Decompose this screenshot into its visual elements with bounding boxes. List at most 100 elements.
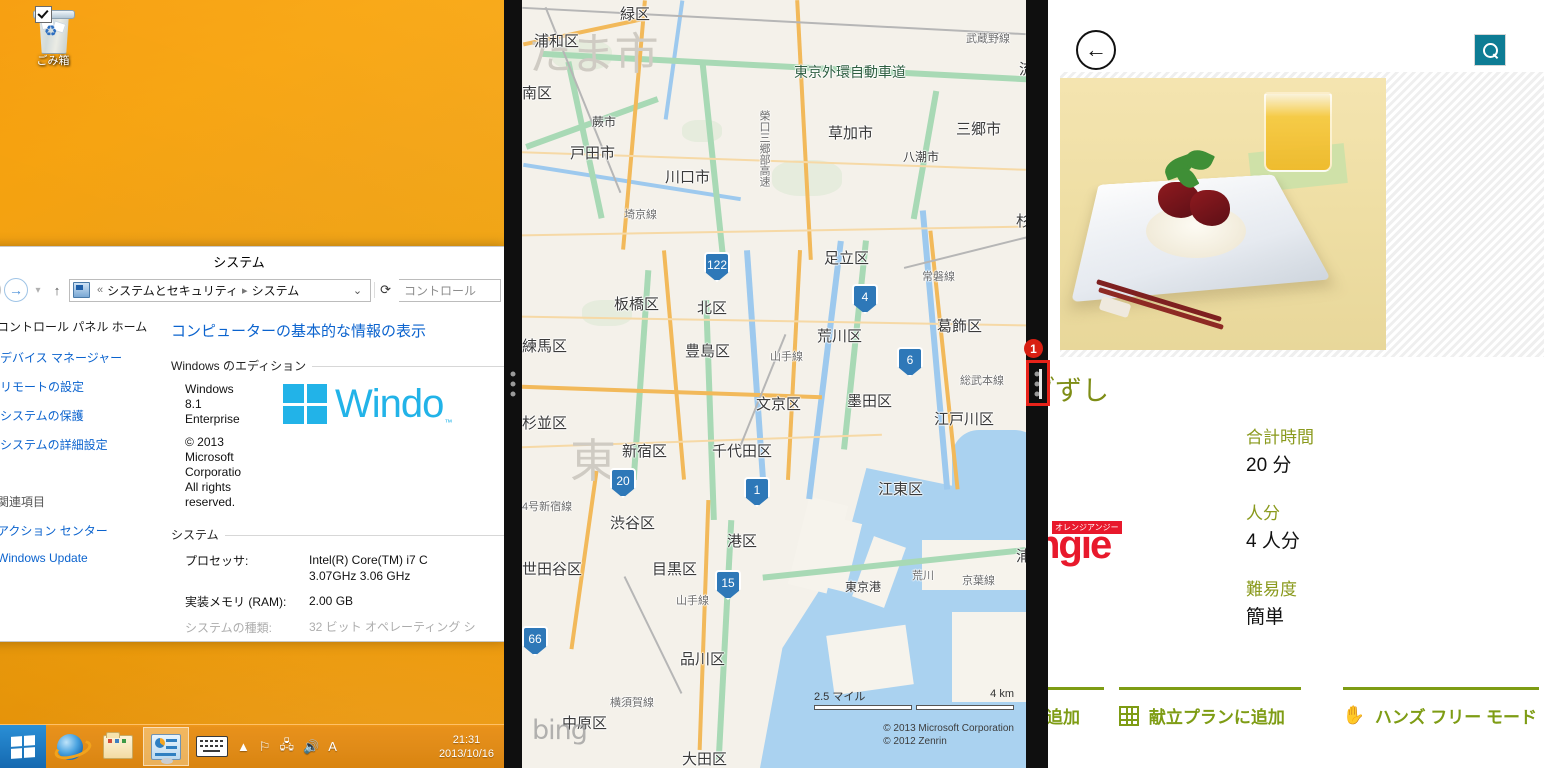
window-title: システム <box>213 252 265 271</box>
navigation-bar: ← → ▾ ↑ « システムとセキュリティ ▸ システム ⌄ ⟳ コントロール <box>0 275 504 306</box>
map-label: 浦 <box>1016 545 1026 566</box>
clock-date: 2013/10/16 <box>439 747 494 761</box>
up-button[interactable]: ↑ <box>48 283 66 298</box>
back-button[interactable]: ← <box>0 278 1 302</box>
meta-value-difficulty: 簡単 <box>1246 602 1544 629</box>
chevron-down-icon[interactable]: ⌄ <box>347 284 368 297</box>
sidebar-item-label: システムの詳細設定 <box>0 436 108 453</box>
taskbar-item-control-panel[interactable] <box>143 727 189 766</box>
forward-button[interactable]: → <box>4 278 28 302</box>
drink-glass <box>1264 92 1332 172</box>
scale-miles: 2.5 マイル <box>814 688 865 704</box>
desktop-icon-recycle-bin[interactable]: ♻ ごみ箱 <box>22 8 84 68</box>
map-label: 常磐線 <box>922 268 955 284</box>
map-road <box>795 0 813 260</box>
screen-root: ♻ ごみ箱 システム ← → ▾ ↑ « システムとセキュリティ ▸ システム <box>0 0 1544 768</box>
arrow-left-icon: ← <box>1085 37 1107 63</box>
grid-icon <box>1119 706 1139 726</box>
back-button[interactable]: ← <box>1076 30 1116 70</box>
ime-indicator[interactable]: A <box>328 739 337 754</box>
system-properties-window[interactable]: システム ← → ▾ ↑ « システムとセキュリティ ▸ システム ⌄ ⟳ コン… <box>0 246 504 642</box>
checkmark-icon[interactable] <box>35 6 52 23</box>
sidebar-item-remote-settings[interactable]: リモートの設定 <box>0 378 171 395</box>
sidebar-item-label: デバイス マネージャー <box>0 349 122 366</box>
search-placeholder: コントロール <box>404 282 476 299</box>
table-row: システムの種類: 32 ビット オペレーティング シ <box>171 619 504 636</box>
flag-icon[interactable]: ⚐ <box>259 739 271 755</box>
recycle-symbol-icon: ♻ <box>44 24 57 39</box>
map-label: 葛飾区 <box>937 315 982 336</box>
breadcrumb-item-system[interactable]: システム <box>252 282 300 299</box>
map-label: 杉 <box>1016 210 1026 231</box>
map-label: 荒川 <box>912 567 934 583</box>
refresh-icon[interactable]: ⟳ <box>374 282 396 298</box>
map-watermark: 東 <box>570 425 616 491</box>
row-value-line: 3.07GHz 3.06 GHz <box>309 568 504 584</box>
map-label: 蕨市 <box>592 113 616 130</box>
sidebar-item-home[interactable]: コントロール パネル ホーム <box>0 318 171 335</box>
recycle-bin-icon: ♻ <box>31 8 75 54</box>
keyboard-icon[interactable] <box>196 736 228 757</box>
sidebar-item-device-manager[interactable]: デバイス マネージャー <box>0 349 171 366</box>
edition-line: 8.1 <box>185 397 277 412</box>
search-input[interactable]: コントロール <box>399 279 501 302</box>
appbar-rule <box>1048 687 1104 690</box>
recipe-detail-line: ・ <box>1048 423 1202 447</box>
appbar-button-content: 献立プランに追加 <box>1119 703 1319 728</box>
recipe-app[interactable]: ← ブずし <box>1048 0 1544 768</box>
map-label: 目黒区 <box>652 558 697 579</box>
breadcrumb-item-security[interactable]: システムとセキュリティ <box>107 282 238 299</box>
appbar-button-hands-free-mode[interactable]: ✋ ハンズ フリー モード <box>1343 687 1544 728</box>
table-row: プロセッサ: Intel(R) Core(TM) i7 C 3.07GHz 3.… <box>171 552 504 584</box>
taskbar-clock[interactable]: 21:31 2013/10/16 <box>439 733 494 761</box>
map-label: 三郷市 <box>956 118 1001 139</box>
map-label: 豊島区 <box>685 340 730 361</box>
drag-handle-icon[interactable] <box>511 372 516 397</box>
attribution-line: © 2013 Microsoft Corporation <box>883 722 1014 735</box>
map-label: 横須賀線 <box>610 694 654 710</box>
map-label: 戸田市 <box>570 142 615 163</box>
row-key: システムの種類: <box>185 619 309 636</box>
bing-logo[interactable]: bing <box>532 715 587 746</box>
sidebar-item-action-center[interactable]: アクション センター <box>0 522 171 539</box>
window-title-bar[interactable]: システム <box>0 247 504 275</box>
map-label: 浦和区 <box>534 30 579 51</box>
taskbar-item-file-explorer[interactable] <box>95 727 141 766</box>
show-hidden-icons-button[interactable]: ▲ <box>237 739 250 754</box>
map-water <box>952 430 1026 520</box>
edition-group-header: Windows のエディション <box>171 357 504 374</box>
sidebar-item-windows-update[interactable]: Windows Update <box>0 551 171 565</box>
recipe-meta-column: 合計時間 20 分 人分 4 人分 難易度 簡単 <box>1202 423 1544 651</box>
table-row: 実装メモリ (RAM): 2.00 GB <box>171 593 504 610</box>
edition-text: Windows 8.1 Enterprise <box>171 382 277 427</box>
window-main-content: コンピューターの基本的な情報の表示 Windows のエディション Window… <box>171 306 504 642</box>
search-button[interactable] <box>1474 34 1506 66</box>
recent-locations-icon[interactable]: ▾ <box>31 285 45 296</box>
splitter-left[interactable] <box>504 0 522 768</box>
row-key: 実装メモリ (RAM): <box>185 593 309 610</box>
clock-time: 21:31 <box>439 733 494 747</box>
map-label: 榮口三郷部高速 <box>756 110 772 187</box>
bing-maps-app[interactable]: たま市 東 緑区浦和区南区東京外環自動車道武蔵野線流三郷市草加市八潮市蕨市戸田市… <box>522 0 1026 768</box>
map-label: 足立区 <box>824 247 869 268</box>
address-bar[interactable]: « システムとセキュリティ ▸ システム ⌄ <box>69 279 371 302</box>
speaker-icon[interactable]: 🔊 <box>303 739 319 755</box>
start-button[interactable] <box>0 725 46 768</box>
map-railway <box>624 576 683 694</box>
map-label: 緑区 <box>620 3 650 24</box>
row-value-line: Intel(R) Core(TM) i7 C <box>309 552 504 568</box>
appbar-button-add[interactable]: 追加 <box>1048 687 1107 728</box>
taskbar-item-internet-explorer[interactable] <box>47 727 93 766</box>
map-label: 新宿区 <box>622 440 667 461</box>
desktop-background[interactable]: ♻ ごみ箱 システム ← → ▾ ↑ « システムとセキュリティ ▸ システム <box>0 0 504 768</box>
recipe-photo[interactable] <box>1060 78 1386 350</box>
network-icon[interactable]: 🖧 <box>280 736 295 758</box>
sidebar-item-system-protection[interactable]: システムの保護 <box>0 407 171 424</box>
copyright-line: © 2013 <box>185 435 504 450</box>
window-body: コントロール パネル ホーム デバイス マネージャー リモートの設定 システムの… <box>0 306 504 642</box>
scale-km: 4 km <box>990 688 1014 704</box>
map-label: 江戸川区 <box>934 408 994 429</box>
sidebar-item-advanced-settings[interactable]: システムの詳細設定 <box>0 436 171 453</box>
appbar-button-add-to-meal-plan[interactable]: 献立プランに追加 <box>1119 687 1319 728</box>
breadcrumb-overflow[interactable]: « <box>97 284 103 296</box>
